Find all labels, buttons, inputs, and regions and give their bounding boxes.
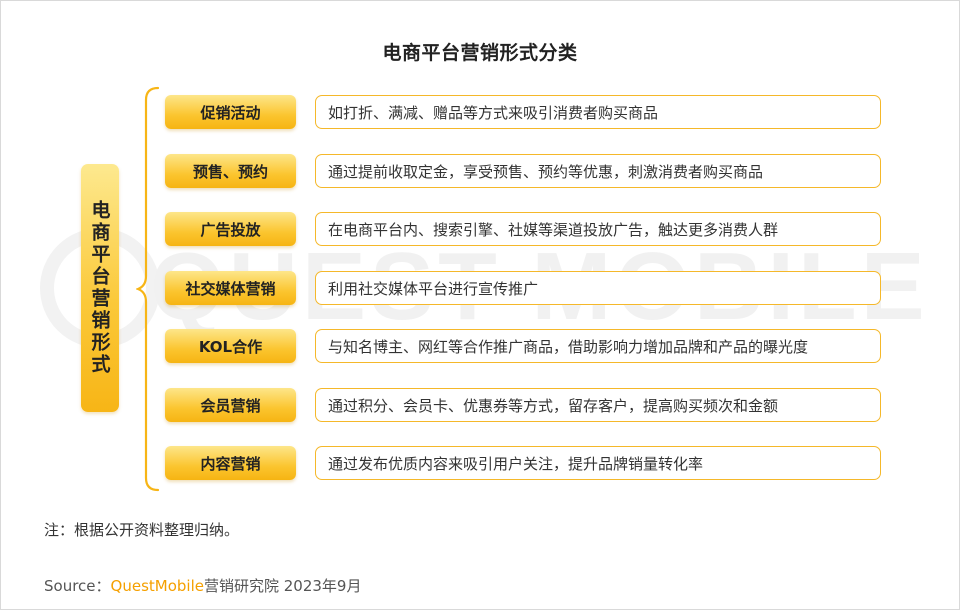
category-description: 如打折、满减、赠品等方式来吸引消费者购买商品: [315, 95, 881, 129]
category-row: 预售、预约 通过提前收取定金，享受预售、预约等优惠，刺激消费者购买商品: [0, 154, 960, 190]
source-suffix: 营销研究院 2023年9月: [203, 577, 362, 595]
source-brand: QuestMobile: [110, 577, 204, 595]
category-row: 广告投放 在电商平台内、搜索引擎、社媒等渠道投放广告，触达更多消费人群: [0, 212, 960, 248]
category-pill: 社交媒体营销: [165, 271, 296, 305]
category-description: 在电商平台内、搜索引擎、社媒等渠道投放广告，触达更多消费人群: [315, 212, 881, 246]
category-row: KOL合作 与知名博主、网红等合作推广商品，借助影响力增加品牌和产品的曝光度: [0, 329, 960, 365]
footnote: 注：根据公开资料整理归纳。: [44, 521, 240, 539]
source-line: Source：QuestMobile营销研究院 2023年9月: [44, 575, 361, 596]
category-row: 社交媒体营销 利用社交媒体平台进行宣传推广: [0, 271, 960, 307]
category-description: 利用社交媒体平台进行宣传推广: [315, 271, 881, 305]
category-pill: KOL合作: [165, 329, 296, 363]
category-pill: 会员营销: [165, 388, 296, 422]
category-pill: 内容营销: [165, 446, 296, 480]
source-prefix: Source：: [44, 577, 111, 595]
category-description: 通过积分、会员卡、优惠券等方式，留存客户，提高购买频次和金额: [315, 388, 881, 422]
category-description: 通过发布优质内容来吸引用户关注，提升品牌销量转化率: [315, 446, 881, 480]
page-title: 电商平台营销形式分类: [382, 42, 578, 64]
category-row: 内容营销 通过发布优质内容来吸引用户关注，提升品牌销量转化率: [0, 446, 960, 482]
category-row: 会员营销 通过积分、会员卡、优惠券等方式，留存客户，提高购买频次和金额: [0, 388, 960, 424]
category-description: 与知名博主、网红等合作推广商品，借助影响力增加品牌和产品的曝光度: [315, 329, 881, 363]
category-row: 促销活动 如打折、满减、赠品等方式来吸引消费者购买商品: [0, 95, 960, 131]
category-description: 通过提前收取定金，享受预售、预约等优惠，刺激消费者购买商品: [315, 154, 881, 188]
category-pill: 预售、预约: [165, 154, 296, 188]
category-pill: 广告投放: [165, 212, 296, 246]
category-pill: 促销活动: [165, 95, 296, 129]
